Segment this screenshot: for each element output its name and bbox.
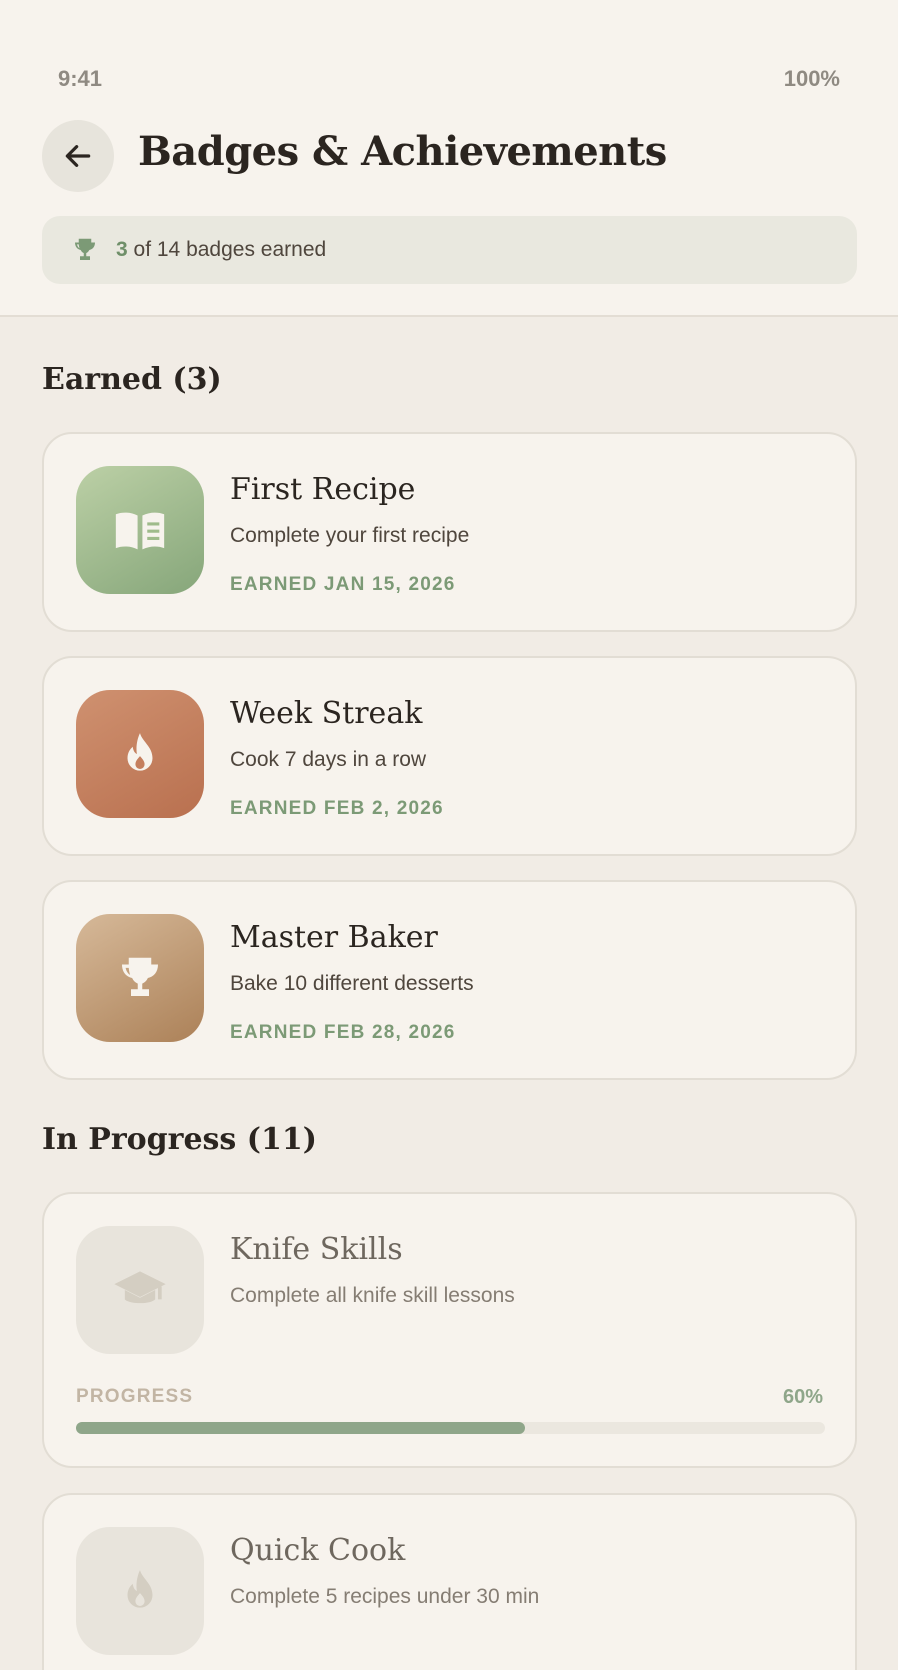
trophy-icon — [122, 957, 158, 996]
badges-summary: 3 of 14 badges earned — [42, 216, 857, 284]
badge-name: Quick Cook — [230, 1533, 406, 1568]
badge-name: First Recipe — [230, 472, 416, 507]
badge-description: Complete your first recipe — [230, 524, 470, 547]
badge-earned-date: EARNED FEB 2, 2026 — [230, 798, 444, 819]
badge-description: Complete 5 recipes under 30 min — [230, 1585, 540, 1608]
badge-icon-tile — [76, 1226, 204, 1354]
badge-card-master-baker[interactable]: Master Baker Bake 10 different desserts … — [42, 880, 857, 1080]
badge-name: Master Baker — [230, 920, 438, 955]
progress-bar — [76, 1422, 825, 1434]
badge-icon-tile — [76, 690, 204, 818]
header: 9:41 100% Badges & Achievements 3 of 14 … — [0, 0, 898, 317]
badge-icon-tile — [76, 1527, 204, 1655]
earned-count: 3 — [116, 238, 128, 261]
badge-name: Week Streak — [230, 696, 423, 731]
book-icon — [115, 512, 165, 550]
badge-card-knife-skills[interactable]: Knife Skills Complete all knife skill le… — [42, 1192, 857, 1468]
arrow-left-icon — [65, 145, 91, 167]
badge-earned-date: EARNED FEB 28, 2026 — [230, 1022, 456, 1043]
badge-description: Cook 7 days in a row — [230, 748, 427, 771]
badge-earned-date: EARNED JAN 15, 2026 — [230, 574, 456, 595]
page-title: Badges & Achievements — [138, 128, 667, 175]
flame-icon — [127, 1570, 153, 1608]
badge-card-first-recipe[interactable]: First Recipe Complete your first recipe … — [42, 432, 857, 632]
summary-label: of 14 badges earned — [133, 238, 327, 261]
status-time: 9:41 — [58, 66, 103, 91]
status-battery: 100% — [783, 66, 840, 91]
badge-card-week-streak[interactable]: Week Streak Cook 7 days in a row EARNED … — [42, 656, 857, 856]
trophy-icon — [75, 238, 95, 260]
progress-label: PROGRESS — [76, 1386, 194, 1407]
progress-bar-fill — [76, 1422, 526, 1434]
badge-icon-tile — [76, 466, 204, 594]
back-button[interactable] — [42, 120, 114, 192]
badge-description: Bake 10 different desserts — [230, 972, 474, 995]
badge-description: Complete all knife skill lessons — [230, 1284, 515, 1307]
badge-card-quick-cook[interactable]: Quick Cook Complete 5 recipes under 30 m… — [42, 1493, 857, 1670]
badge-icon-tile — [76, 914, 204, 1042]
graduation-cap-icon — [114, 1271, 166, 1304]
summary-text: 3 of 14 badges earned — [116, 238, 326, 262]
in-progress-section-title: In Progress (11) — [42, 1122, 317, 1157]
progress-percent: 60% — [782, 1386, 823, 1408]
flame-icon — [127, 733, 153, 771]
badge-name: Knife Skills — [230, 1232, 403, 1267]
earned-section-title: Earned (3) — [42, 362, 222, 397]
